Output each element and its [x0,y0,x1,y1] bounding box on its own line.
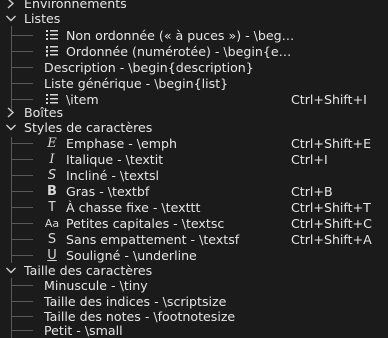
tree-item-label: Non ordonnée (« à puces ») - \beg… [66,28,295,43]
tree-item-label: Emphase - \emph [66,136,178,151]
typewriter-icon: T [48,200,56,215]
small-caps-icon: Aa [44,217,60,230]
tree-item-label: Styles de caractères [24,120,153,135]
tree-connector [11,67,33,68]
tree-connector [11,316,33,317]
chevron-down-icon[interactable] [5,10,17,27]
tree-connector [11,143,33,144]
tree-connector [11,207,33,208]
sans-serif-icon: S [47,232,57,247]
shortcut-label: Ctrl+Shift+A [291,232,372,247]
shortcut-label: Ctrl+I [291,152,328,167]
slanted-icon: S [47,168,57,183]
shortcut-label: Ctrl+Shift+E [291,136,372,151]
tree-item-label: Description - \begin{description} [44,60,254,75]
bold-icon: B [47,184,57,199]
tree-connector [11,285,33,286]
tree-connector [11,83,33,84]
tree-connector [11,51,33,52]
tree-item-textsf[interactable]: S Sans empattement - \textsf Ctrl+Shift+… [0,231,388,248]
tree-connector [11,330,33,331]
tree-item-label: Minuscule - \tiny [44,278,148,293]
tree-connector [11,191,33,192]
tree-connector [11,99,33,100]
tree-item-textsl[interactable]: S Incliné - \textsl [0,167,388,184]
tree-item-label: Ordonnée (numérotée) - \begin{e… [66,44,292,59]
tree-connector [11,159,33,160]
tree-item-texttt[interactable]: T À chasse fixe - \texttt Ctrl+Shift+T [0,199,388,216]
tree-item-enumerate[interactable]: Ordonnée (numérotée) - \begin{e… [0,43,388,60]
tree-item-list[interactable]: Liste générique - \begin{list} [0,75,388,92]
tree-item-small[interactable]: Petit - \small [0,322,388,338]
shortcut-label: Ctrl+B [291,184,333,199]
tree-connector [11,175,33,176]
chevron-down-icon[interactable] [5,119,17,136]
tree-connector [11,301,33,302]
tree-item-label: Sans empattement - \textsf [66,232,240,247]
tree-connector [11,223,33,224]
italic-icon: I [49,152,55,167]
tree-item-textit[interactable]: I Italique - \textit Ctrl+I [0,151,388,168]
tree-item-label: Italique - \textit [66,152,164,167]
tree-item-label: Liste générique - \begin{list} [44,76,229,91]
tree-item-label: À chasse fixe - \texttt [66,200,201,215]
tree-item-textbf[interactable]: B Gras - \textbf Ctrl+B [0,183,388,200]
tree-item-label: Gras - \textbf [66,184,150,199]
tree-connector [11,239,33,240]
shortcut-label: Ctrl+Shift+T [291,200,371,215]
tree-item-listes[interactable]: Listes [0,10,388,27]
tree-item-itemize[interactable]: Non ordonnée (« à puces ») - \beg… [0,27,388,44]
numbered-list-icon [45,43,59,60]
tree-connector [11,255,33,256]
tree-item-styles[interactable]: Styles de caractères [0,119,388,136]
tree-item-textsc[interactable]: Aa Petites capitales - \textsc Ctrl+Shif… [0,215,388,232]
tree-item-emph[interactable]: E Emphase - \emph Ctrl+Shift+E [0,135,388,152]
tree-item-label: Petites capitales - \textsc [66,216,225,231]
tree-connector [11,35,33,36]
emphasis-icon: E [47,136,57,151]
tree-item-label: Incliné - \textsl [66,168,160,183]
tree-item-label: Listes [24,11,61,26]
tree-item-description[interactable]: Description - \begin{description} [0,59,388,76]
tree-item-tiny[interactable]: Minuscule - \tiny [0,277,388,294]
tree-item-label: Petit - \small [44,323,123,338]
bullet-list-icon [45,27,59,44]
latex-commands-tree: Environnements Listes Non ordonnée (« à … [0,0,388,338]
shortcut-label: Ctrl+Shift+C [291,216,372,231]
